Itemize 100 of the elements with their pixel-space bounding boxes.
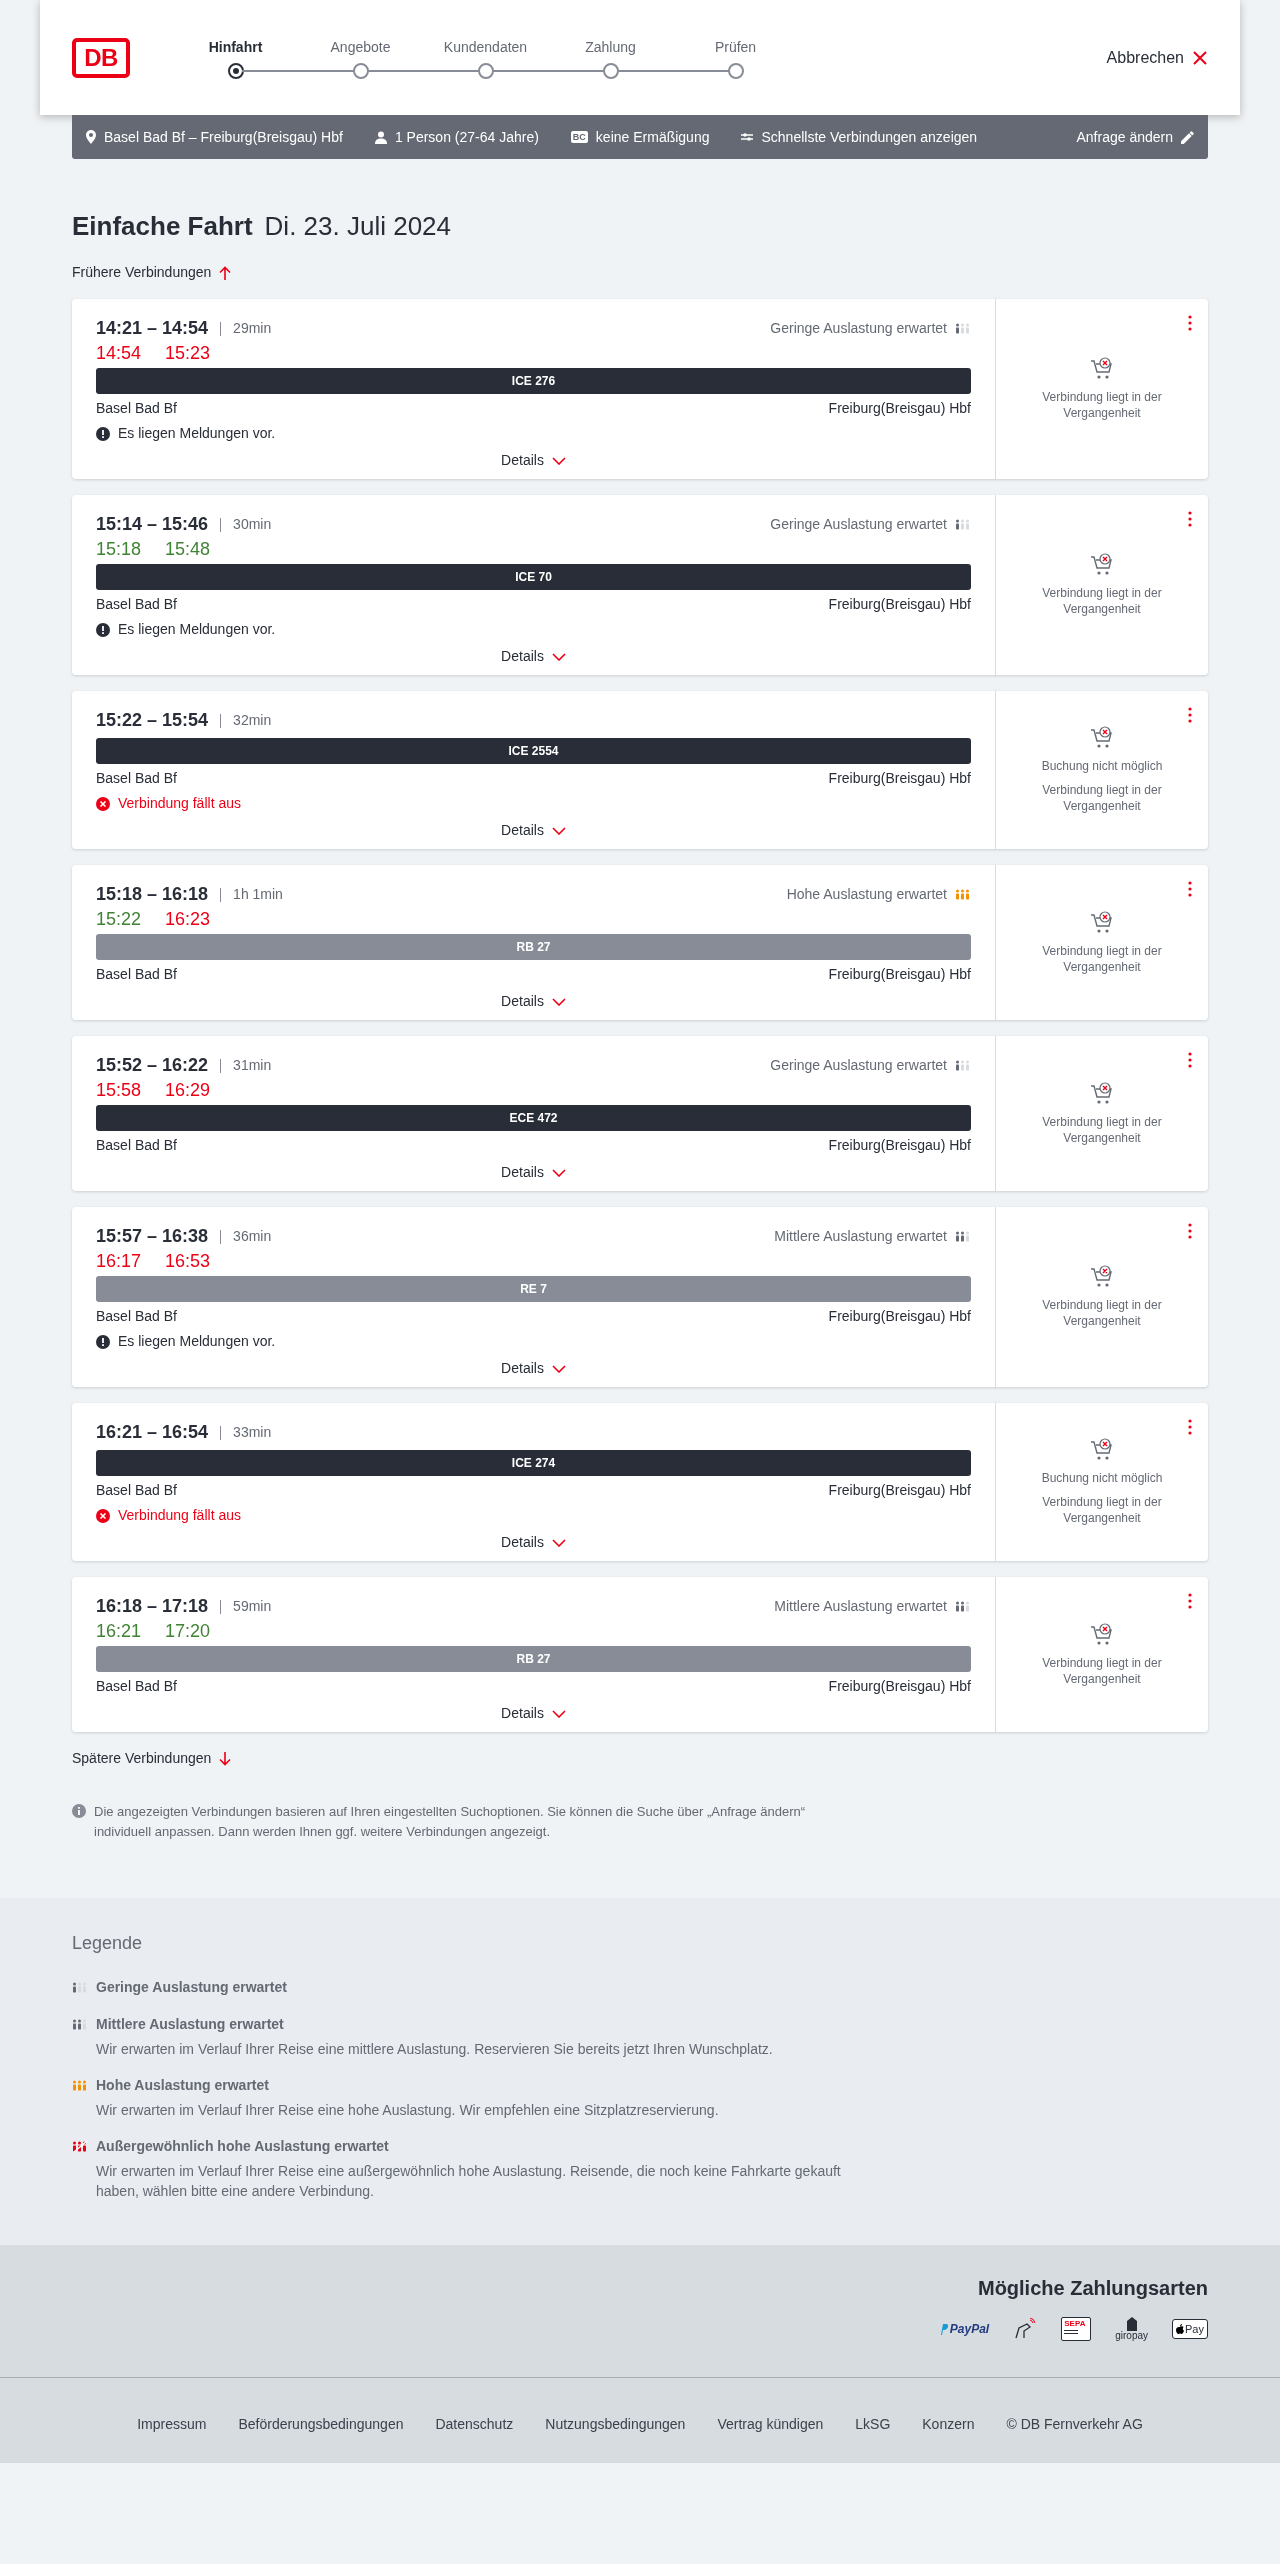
origin-station: Basel Bad Bf [96,1481,177,1500]
details-toggle[interactable]: Details [501,991,566,1012]
realtime: 15:23 [165,342,211,364]
more-menu-icon[interactable] [1188,1419,1192,1435]
payment-title: Mögliche Zahlungsarten [977,2276,1208,2301]
destination-station: Freiburg(Breisgau) Hbf [828,965,971,984]
travel-duration: 33min [233,1423,272,1442]
realtime: 15:22 [96,908,142,930]
occupancy-text: Geringe Auslastung erwartet [770,319,947,338]
person-icon [374,130,387,144]
realtime: 14:54 [96,342,142,364]
legend-item-text: Wir erwarten im Verlauf Ihrer Reise eine außergewöhnlich hohe Auslastung. Reisende, die noch keine Fahrkarte gekauft haben, wählen bitte eine andere Verbindung. [96,2162,842,2201]
footer-link[interactable]: Konzern [922,2414,975,2435]
footer-link[interactable]: LkSG [855,2414,891,2435]
train-bar[interactable]: ICE 274 [96,1450,971,1476]
travel-duration: 29min [233,319,272,338]
departure-arrival-time: 16:18 – 17:18 [96,1595,209,1618]
details-toggle[interactable]: Details [501,1358,566,1379]
train-bar[interactable]: ICE 70 [96,564,971,590]
departure-arrival-time: 14:21 – 14:54 [96,317,209,340]
train-bar[interactable]: ICE 2554 [96,738,971,764]
more-menu-icon[interactable] [1188,511,1192,527]
chevron-down-icon [551,1364,566,1373]
realtime: 16:53 [165,1250,211,1272]
realtime: 15:58 [96,1079,142,1101]
passenger-text: 1 Person (27-64 Jahre) [394,127,539,147]
train-bar[interactable]: ICE 276 [96,368,971,394]
details-toggle[interactable]: Details [501,1703,566,1724]
destination-station: Freiburg(Breisgau) Hbf [828,399,971,418]
location-pin-icon [86,130,96,144]
notice-text: Verbindung fällt aus [118,794,241,813]
destination-station: Freiburg(Breisgau) Hbf [828,1136,971,1155]
more-menu-icon[interactable] [1188,1052,1192,1068]
cart-unavailable-icon [1090,910,1114,935]
cart-unavailable-icon [1090,726,1114,750]
legend-item-title: Außergewöhnlich hohe Auslastung erwartet [96,2137,389,2156]
more-menu-icon[interactable] [1188,707,1192,723]
notice-text: Es liegen Meldungen vor. [118,424,276,443]
travel-duration: 30min [233,515,272,534]
legend-item-title: Hohe Auslastung erwartet [96,2076,269,2095]
sliders-icon [741,132,754,142]
more-menu-icon[interactable] [1188,881,1192,897]
cancel-button[interactable]: Abbrechen [1106,45,1208,70]
legend-item-text: Wir erwarten im Verlauf Ihrer Reise eine hohe Auslastung. Wir empfehlen eine Sitzplatzreservierung. [96,2101,720,2120]
realtime: 15:48 [165,538,211,560]
legend-title: Legende [72,1932,144,1955]
change-request-button[interactable]: Anfrage ändern [1076,126,1194,148]
cancelled-icon [96,796,110,811]
departure-arrival-time: 15:57 – 16:38 [96,1225,209,1248]
later-connections-link[interactable]: Spätere Verbindungen [72,1748,232,1769]
details-toggle[interactable]: Details [501,450,566,471]
more-menu-icon[interactable] [1188,1593,1192,1609]
more-menu-icon[interactable] [1188,1223,1192,1239]
bahncard-icon: BC [570,131,588,143]
footer-link[interactable]: © DB Fernverkehr AG [1006,2414,1143,2435]
occupancy-text: Geringe Auslastung erwartet [770,1056,947,1075]
realtime: 15:18 [96,538,142,560]
more-menu-icon[interactable] [1188,315,1192,331]
chevron-down-icon [551,826,566,835]
footer-link[interactable]: Nutzungsbedingungen [545,2414,686,2435]
step-label: Hinfahrt [208,37,263,57]
paypal-logo: PayPal [939,2320,990,2338]
details-toggle[interactable]: Details [501,820,566,841]
footer-link[interactable]: Beförderungsbedingungen [238,2414,404,2435]
cart-unavailable-icon [1090,1081,1114,1106]
chevron-down-icon [551,997,566,1006]
occupancy-text: Geringe Auslastung erwartet [770,515,947,534]
cart-unavailable-icon [1090,553,1114,577]
booking-status-text: Verbindung liegt in der Vergangenheit [1041,585,1163,617]
step-indicator[interactable] [227,62,244,79]
sepa-logo: SEPA [1061,2317,1092,2341]
travel-duration: 59min [233,1597,272,1616]
origin-station: Basel Bad Bf [96,1136,177,1155]
occupancy-text: Mittlere Auslastung erwartet [774,1597,947,1616]
footer-link[interactable]: Vertrag kündigen [717,2414,824,2435]
destination-station: Freiburg(Breisgau) Hbf [828,769,971,788]
realtime: 16:23 [165,908,211,930]
footer-link[interactable]: Datenschutz [435,2414,514,2435]
contactless-card-icon [1013,2318,1038,2340]
cart-unavailable-icon [1090,1438,1114,1462]
footer-link[interactable]: Impressum [137,2414,207,2435]
details-toggle[interactable]: Details [501,646,566,667]
info-icon [72,1804,86,1818]
departure-arrival-time: 15:22 – 15:54 [96,709,209,732]
origin-station: Basel Bad Bf [96,595,177,614]
travel-duration: 32min [233,711,272,730]
booking-status-text: Verbindung liegt in der Vergangenheit [1041,1113,1163,1146]
destination-station: Freiburg(Breisgau) Hbf [828,1481,971,1500]
arrow-up-icon [219,265,232,280]
details-toggle[interactable]: Details [501,1162,566,1183]
booking-status-text: Verbindung liegt in der Vergangenheit [1041,1494,1163,1526]
departure-arrival-time: 15:14 – 15:46 [96,513,209,536]
train-bar[interactable]: ECE 472 [96,1105,971,1131]
earlier-connections-link[interactable]: Frühere Verbindungen [72,262,232,283]
cancelled-icon [96,1508,110,1523]
alert-icon [96,426,110,441]
info-text: Die angezeigten Verbindungen basieren auf Ihren eingestellten Suchoptionen. Sie können die Suche über „Anfrage ändern“ individuell anpassen. Dann werden Ihnen ggf. weitere Verbindungen angezeigt. [94,1803,807,1841]
booking-status-text: Verbindung liegt in der Vergangenheit [1041,1654,1163,1687]
step-label: Prüfen [714,37,757,57]
details-toggle[interactable]: Details [501,1532,566,1553]
